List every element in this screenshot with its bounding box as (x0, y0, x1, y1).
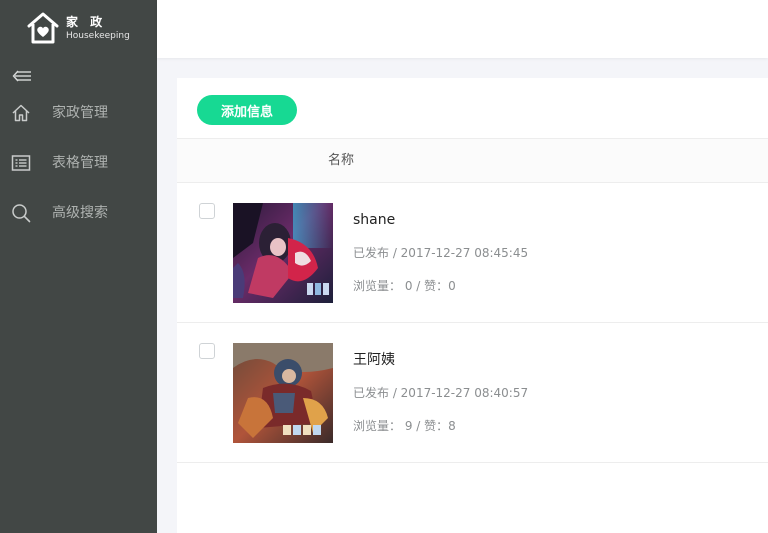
content-panel: 添加信息 名称 shane 已发布 / 2017-12-27 08:45:45 … (177, 78, 768, 533)
row-checkbox[interactable] (199, 203, 215, 219)
top-bar (157, 0, 768, 58)
app-root: 家 政 Housekeeping 家政管理 表格管理 高级搜索 添加信息 名称 … (0, 0, 768, 533)
column-header-name: 名称 (328, 153, 355, 168)
search-icon (12, 204, 31, 223)
table-row[interactable]: 王阿姨 已发布 / 2017-12-27 08:40:57 浏览量： 9 / 赞… (177, 323, 768, 463)
add-info-button[interactable]: 添加信息 (197, 95, 297, 125)
thumbnail-image (233, 343, 333, 443)
sidebar-item-label: 家政管理 (52, 105, 108, 121)
row-checkbox[interactable] (199, 343, 215, 359)
collapse-sidebar-icon[interactable] (12, 68, 32, 84)
sidebar-item-housekeeping[interactable]: 家政管理 (0, 98, 157, 128)
thumbnail-image (233, 203, 333, 303)
row-publish-info: 已发布 / 2017-12-27 08:45:45 (353, 246, 529, 260)
row-title[interactable]: 王阿姨 (353, 351, 395, 369)
row-stats: 浏览量： 9 / 赞：8 (353, 419, 456, 433)
brand-title: 家 政 (66, 14, 107, 29)
table-row[interactable]: shane 已发布 / 2017-12-27 08:45:45 浏览量： 0 /… (177, 183, 768, 323)
sidebar: 家 政 Housekeeping 家政管理 表格管理 高级搜索 (0, 0, 157, 533)
row-title[interactable]: shane (353, 211, 395, 229)
table-header: 名称 (177, 138, 768, 183)
home-icon (12, 104, 30, 122)
table-icon (11, 155, 31, 171)
house-heart-icon (27, 12, 59, 44)
row-publish-info: 已发布 / 2017-12-27 08:40:57 (353, 386, 529, 400)
sidebar-item-label: 表格管理 (52, 155, 108, 171)
brand-text: 家 政 Housekeeping (66, 14, 130, 43)
brand-logo[interactable]: 家 政 Housekeeping (26, 11, 130, 45)
sidebar-item-advanced-search[interactable]: 高级搜索 (0, 198, 157, 228)
sidebar-item-table[interactable]: 表格管理 (0, 148, 157, 178)
row-stats: 浏览量： 0 / 赞：0 (353, 279, 456, 293)
brand-subtitle: Housekeeping (66, 30, 130, 41)
sidebar-item-label: 高级搜索 (52, 205, 108, 221)
